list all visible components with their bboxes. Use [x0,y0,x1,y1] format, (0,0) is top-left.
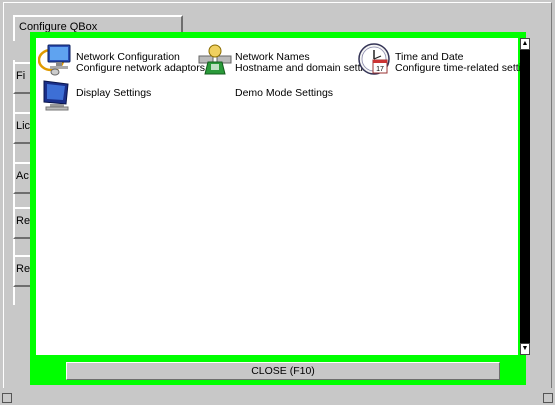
blank-icon [197,78,233,112]
bottom-right-box [543,393,553,403]
svg-text:17: 17 [376,66,384,73]
item-network-names[interactable]: Network Names Hostname and domain settin [197,42,369,76]
bottom-left-box [2,393,12,403]
item-title: Demo Mode Settings [235,87,334,99]
item-time-and-date[interactable]: 17 Time and Date Configure time-related … [357,42,527,76]
item-title: Time and Date [395,51,464,63]
item-title: Network Configuration [76,51,180,63]
close-button[interactable]: CLOSE (F10) [66,362,500,380]
item-demo-mode-settings[interactable]: Demo Mode Settings [197,78,333,112]
settings-panel: Network Configuration Configure network … [36,38,527,355]
item-title: Display Settings [76,87,152,99]
display-monitor-icon [43,80,69,111]
network-names-icon [198,44,232,75]
scroll-up-button[interactable]: ▲ [520,38,530,50]
bottom-status-bar [0,388,555,405]
item-network-configuration[interactable]: Network Configuration Configure network … [38,42,205,76]
vertical-scrollbar[interactable]: ▲ ▼ [520,38,530,355]
item-description: Configure time-related settin [395,63,527,74]
clock-calendar-icon: 17 [358,43,390,75]
item-title: Network Names [235,51,310,63]
item-description: Hostname and domain settin [235,63,369,74]
item-display-settings[interactable]: Display Settings [38,78,151,112]
network-monitor-icon [38,44,71,76]
scroll-down-button[interactable]: ▼ [520,343,530,355]
item-description: Configure network adaptors [76,63,205,74]
